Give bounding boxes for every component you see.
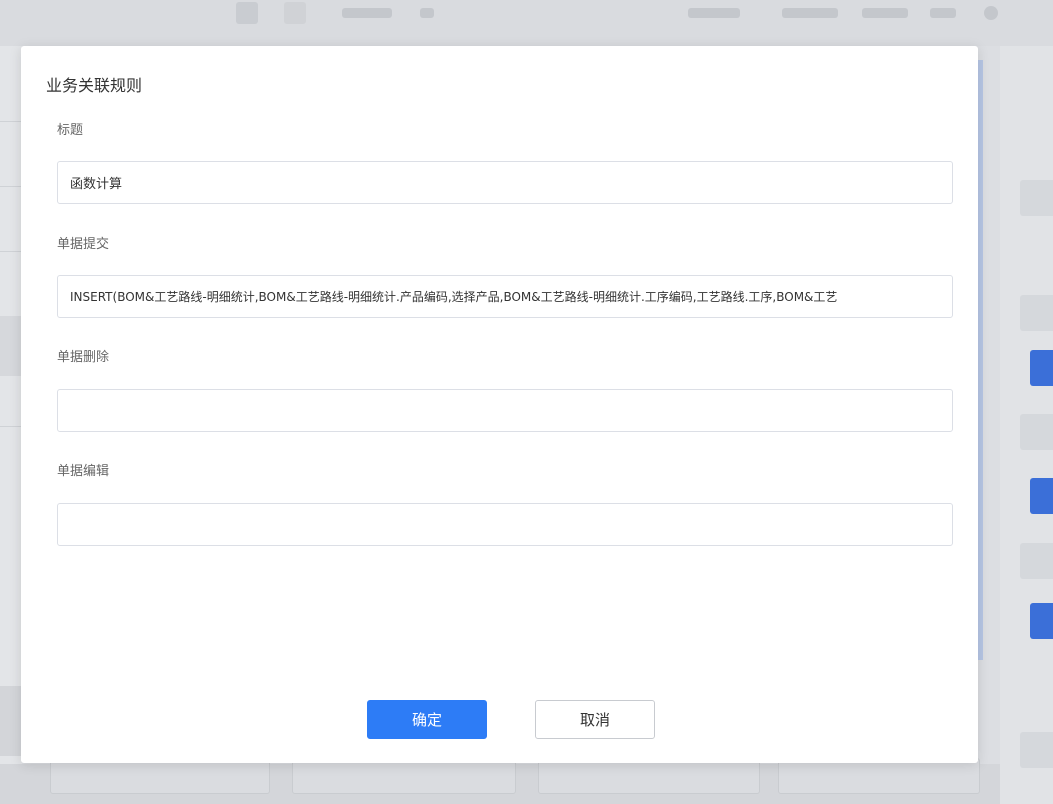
- submit-formula-input[interactable]: [57, 275, 953, 318]
- background-icon: [984, 6, 998, 20]
- background-left-panel: [0, 46, 22, 804]
- background-cell: [778, 758, 980, 794]
- background-icon: [236, 2, 258, 24]
- cancel-button[interactable]: 取消: [535, 700, 655, 739]
- background-divider: [0, 251, 22, 252]
- background-button: [1030, 350, 1053, 386]
- background-text: [420, 8, 434, 18]
- edit-field-label: 单据编辑: [57, 464, 110, 479]
- background-text: [782, 8, 838, 18]
- background-text: [342, 8, 392, 18]
- background-box: [1020, 414, 1053, 450]
- title-field-label: 标题: [57, 123, 84, 138]
- background-button: [1030, 603, 1053, 639]
- delete-formula-input[interactable]: [57, 389, 953, 432]
- edit-formula-input[interactable]: [57, 503, 953, 546]
- background-divider: [0, 686, 22, 756]
- background-icon: [284, 2, 306, 24]
- background-cell: [538, 758, 760, 794]
- title-input[interactable]: [57, 161, 953, 204]
- background-box: [1020, 180, 1053, 216]
- background-cell: [50, 758, 270, 794]
- submit-field-label: 单据提交: [57, 237, 110, 252]
- background-box: [1020, 543, 1053, 579]
- background-button: [1030, 478, 1053, 514]
- background-text: [862, 8, 908, 18]
- background-divider: [0, 316, 22, 376]
- background-cell: [292, 758, 516, 794]
- background-box: [1020, 732, 1053, 768]
- background-divider: [0, 121, 22, 122]
- delete-field-label: 单据删除: [57, 350, 110, 365]
- background-divider: [0, 186, 22, 187]
- background-text: [688, 8, 740, 18]
- background-topbar: [0, 0, 1053, 46]
- confirm-button[interactable]: 确定: [367, 700, 487, 739]
- business-rule-dialog: 业务关联规则 标题 单据提交 单据删除 单据编辑 确定 取消: [21, 46, 978, 763]
- background-text: [930, 8, 956, 18]
- background-divider: [0, 426, 22, 427]
- dialog-title: 业务关联规则: [46, 76, 143, 95]
- background-box: [1020, 295, 1053, 331]
